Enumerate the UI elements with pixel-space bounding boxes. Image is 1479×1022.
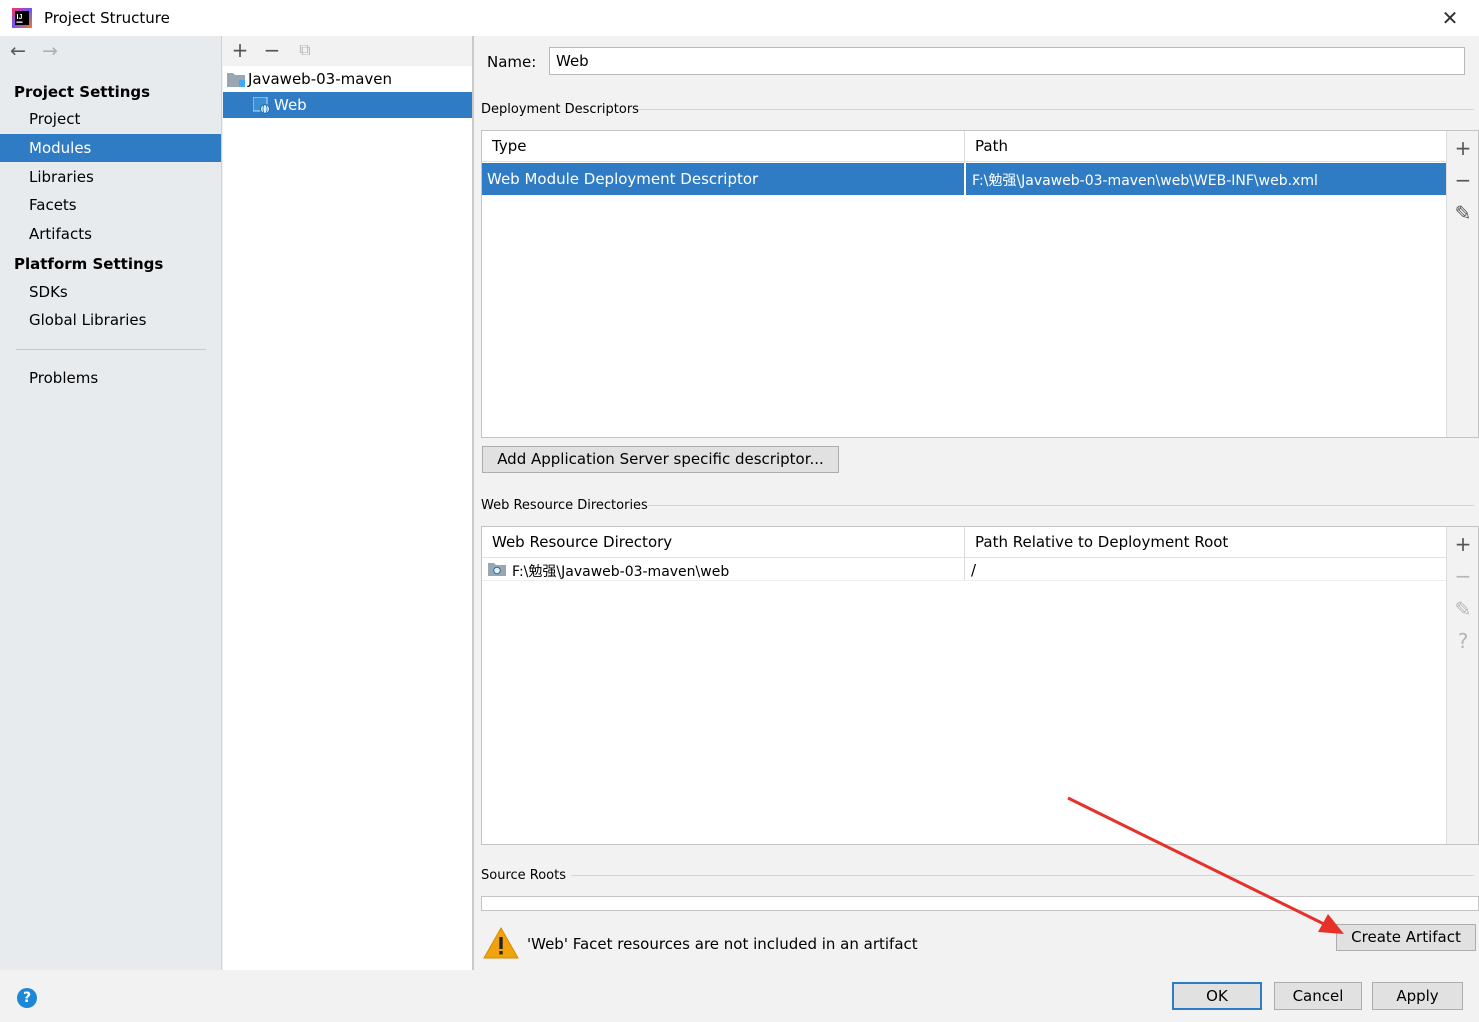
name-label: Name: [487, 53, 537, 71]
web-resource-path: F:\勉强\Javaweb-03-maven\web [512, 564, 730, 580]
tree-node-label: Javaweb-03-maven [248, 70, 393, 88]
warning-icon [483, 926, 519, 959]
project-settings-heading: Project Settings [14, 83, 151, 101]
module-folder-icon [227, 73, 245, 87]
web-resource-tools: + − ✎ ? [1446, 527, 1478, 844]
deployment-descriptors-table: Type Path Web Module Deployment Descript… [481, 130, 1479, 438]
add-icon[interactable]: + [228, 38, 252, 62]
column-header-web-resource-directory[interactable]: Web Resource Directory [482, 527, 964, 558]
add-icon[interactable]: + [1451, 136, 1475, 160]
sidebar-item-artifacts[interactable]: Artifacts [0, 220, 221, 248]
edit-icon[interactable]: ✎ [1451, 597, 1475, 621]
ok-button[interactable]: OK [1172, 982, 1262, 1010]
warning-message: 'Web' Facet resources are not included i… [527, 935, 918, 953]
deployment-tools: + − ✎ [1446, 131, 1478, 437]
cancel-button[interactable]: Cancel [1274, 982, 1362, 1010]
tree-node-javaweb-03-maven[interactable]: Javaweb-03-maven [223, 66, 472, 92]
svg-text:IJ: IJ [17, 14, 23, 21]
help-icon[interactable]: ? [1451, 629, 1475, 653]
title-bar: IJ Project Structure ✕ [0, 0, 1479, 36]
name-input[interactable] [549, 47, 1465, 75]
column-divider [964, 163, 966, 195]
web-facet-icon [253, 97, 270, 114]
sidebar-item-sdks[interactable]: SDKs [0, 278, 221, 306]
deployment-descriptors-heading: Deployment Descriptors [481, 102, 639, 117]
forward-arrow-icon[interactable]: → [42, 40, 58, 62]
tree-node-label: Web [274, 96, 307, 114]
source-roots-heading: Source Roots [481, 868, 567, 883]
copy-icon[interactable]: ⧉ [293, 38, 317, 62]
window-title: Project Structure [44, 9, 170, 27]
close-icon[interactable]: ✕ [1438, 6, 1462, 30]
tree-node-web[interactable]: Web [223, 92, 472, 118]
relative-path: / [971, 561, 977, 579]
sidebar-item-problems[interactable]: Problems [0, 364, 221, 392]
column-header-relative-path[interactable]: Path Relative to Deployment Root [965, 527, 1446, 558]
web-folder-icon [488, 563, 506, 576]
sidebar-item-facets[interactable]: Facets [0, 191, 221, 219]
table-row[interactable]: Web Module Deployment Descriptor F:\勉强\J… [482, 163, 1446, 195]
apply-button[interactable]: Apply [1372, 982, 1463, 1010]
back-arrow-icon[interactable]: ← [10, 40, 26, 62]
sidebar-item-libraries[interactable]: Libraries [0, 163, 221, 191]
web-resource-directories-heading: Web Resource Directories [481, 498, 648, 513]
intellij-app-icon: IJ [12, 8, 32, 28]
column-header-path[interactable]: Path [965, 131, 1446, 162]
remove-icon[interactable]: − [1451, 564, 1475, 588]
platform-settings-heading: Platform Settings [14, 255, 164, 273]
help-button[interactable]: ? [17, 988, 37, 1008]
annotation-arrow-icon [1067, 796, 1344, 934]
tree-toolbar: + − ⧉ [223, 36, 472, 66]
create-artifact-button[interactable]: Create Artifact [1336, 924, 1476, 951]
sidebar-item-project[interactable]: Project [0, 105, 221, 133]
section-divider [638, 109, 1474, 110]
edit-icon[interactable]: ✎ [1451, 201, 1475, 225]
column-header-type[interactable]: Type [482, 131, 964, 162]
table-row[interactable]: F:\勉强\Javaweb-03-maven\web / [482, 559, 1446, 581]
add-server-descriptor-button[interactable]: Add Application Server specific descript… [482, 446, 839, 473]
sidebar-item-global-libraries[interactable]: Global Libraries [0, 306, 221, 334]
sidebar: ← → Project Settings Project Modules Lib… [0, 36, 222, 970]
section-divider [646, 505, 1474, 506]
remove-icon[interactable]: − [260, 38, 284, 62]
remove-icon[interactable]: − [1451, 168, 1475, 192]
module-tree-panel: + − ⧉ Javaweb-03-maven Web [223, 36, 474, 970]
descriptor-path: F:\勉强\Javaweb-03-maven\web\WEB-INF\web.x… [972, 173, 1318, 189]
sidebar-item-modules[interactable]: Modules [0, 134, 221, 162]
descriptor-type: Web Module Deployment Descriptor [487, 170, 759, 188]
sidebar-divider [16, 349, 206, 350]
add-icon[interactable]: + [1451, 532, 1475, 556]
